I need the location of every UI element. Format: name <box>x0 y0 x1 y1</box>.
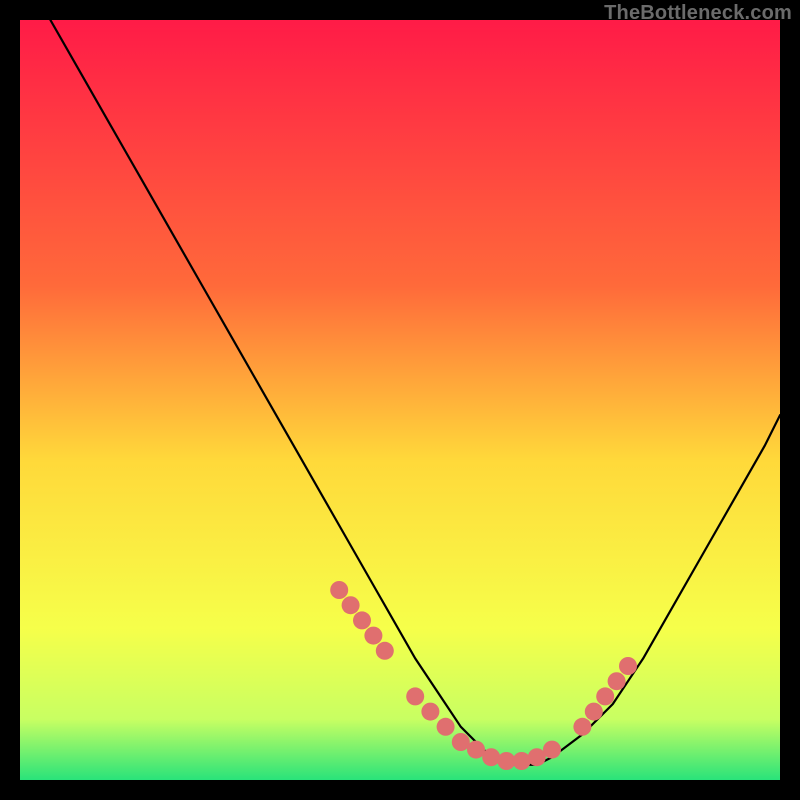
curve-dot <box>364 627 382 645</box>
curve-dot <box>406 687 424 705</box>
curve-dot <box>573 718 591 736</box>
curve-dot <box>596 687 614 705</box>
curve-dot <box>513 752 531 770</box>
watermark-text: TheBottleneck.com <box>604 2 792 25</box>
curve-dot <box>437 718 455 736</box>
curve-dot <box>543 741 561 759</box>
chart-svg <box>20 20 780 780</box>
curve-dot <box>421 703 439 721</box>
curve-dot <box>376 642 394 660</box>
curve-dot <box>342 596 360 614</box>
chart-frame: TheBottleneck.com <box>0 0 800 800</box>
plot-area <box>20 20 780 780</box>
curve-dot <box>585 703 603 721</box>
curve-dot <box>330 581 348 599</box>
curve-dot <box>482 748 500 766</box>
curve-dot <box>353 611 371 629</box>
gradient-background <box>20 20 780 780</box>
curve-dot <box>619 657 637 675</box>
curve-dot <box>608 672 626 690</box>
